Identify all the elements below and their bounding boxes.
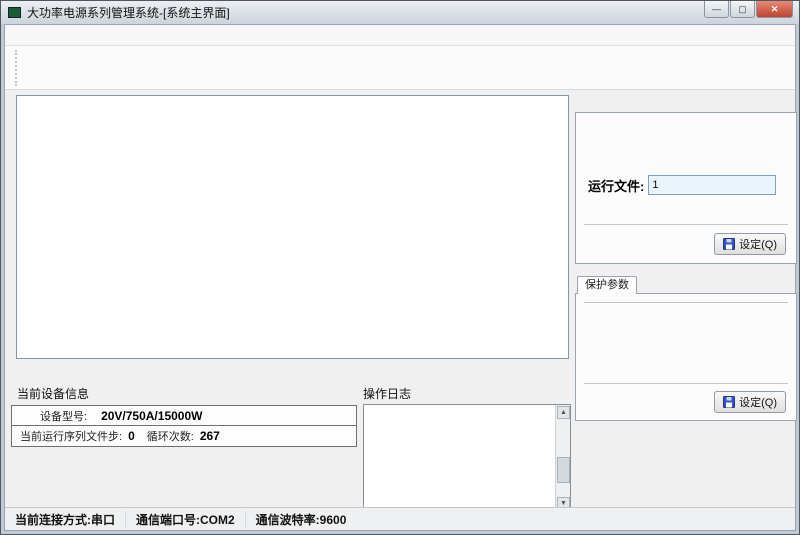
sequence-set-button[interactable]: 设定(Q) [714, 233, 786, 255]
app-icon [8, 7, 21, 18]
cycle-count-value: 267 [200, 429, 220, 443]
log-scrollbar[interactable]: ▲ ▼ [555, 405, 570, 511]
operation-log-title: 操作日志 [363, 385, 571, 402]
status-bar: 当前连接方式:串口 通信端口号:COM2 通信波特率:9600 [5, 507, 795, 530]
client-area: 当前设备信息 设备型号: 20V/750A/15000W 当前运行序列文件步: … [4, 24, 796, 531]
status-baudrate: 通信波特率:9600 [245, 511, 357, 528]
chart-legend [16, 362, 569, 382]
seq-step-value: 0 [128, 429, 135, 443]
scroll-up-icon[interactable]: ▲ [557, 406, 570, 419]
operation-log-panel: 操作日志 ▲ ▼ [363, 385, 571, 511]
device-info-group: 当前设备信息 设备型号: 20V/750A/15000W 当前运行序列文件步: … [11, 385, 357, 511]
title-bar: 大功率电源系列管理系统-[系统主界面] — ▢ ✕ [1, 1, 799, 24]
status-connection: 当前连接方式:串口 [5, 511, 125, 528]
floppy-disk-icon [723, 238, 735, 250]
sequence-tab-body: 运行文件: 设定(Q) [575, 112, 797, 264]
tab-protection-params[interactable]: 保护参数 [577, 276, 637, 294]
minimize-button[interactable]: — [704, 1, 729, 18]
protection-tab-body: 设定(Q) [575, 293, 797, 421]
floppy-disk-icon [723, 396, 735, 408]
toolbar [5, 46, 795, 90]
right-panel: 运行文件: 设定(Q) 保护参数 [575, 95, 797, 530]
status-port: 通信端口号:COM2 [125, 511, 245, 528]
device-model-label: 设备型号: [40, 408, 87, 424]
chart-panel [16, 95, 569, 359]
scroll-thumb[interactable] [557, 457, 570, 483]
maximize-button[interactable]: ▢ [730, 1, 755, 18]
window-title: 大功率电源系列管理系统-[系统主界面] [27, 4, 230, 21]
operation-log-box[interactable]: ▲ ▼ [363, 404, 571, 512]
app-window: 大功率电源系列管理系统-[系统主界面] — ▢ ✕ 当前设备信息 设备型号: 2… [0, 0, 800, 535]
mode-tabstrip [577, 95, 797, 113]
protection-set-button[interactable]: 设定(Q) [714, 391, 786, 413]
device-info-title: 当前设备信息 [17, 385, 357, 402]
toolbar-gripper[interactable] [15, 50, 18, 86]
run-file-input[interactable] [648, 175, 776, 195]
menu-bar [5, 25, 795, 46]
close-button[interactable]: ✕ [756, 1, 793, 18]
seq-step-label: 当前运行序列文件步: [20, 428, 122, 444]
cycle-count-label: 循环次数: [147, 428, 194, 444]
run-file-label: 运行文件: [588, 176, 644, 195]
device-model-value: 20V/750A/15000W [101, 409, 202, 423]
